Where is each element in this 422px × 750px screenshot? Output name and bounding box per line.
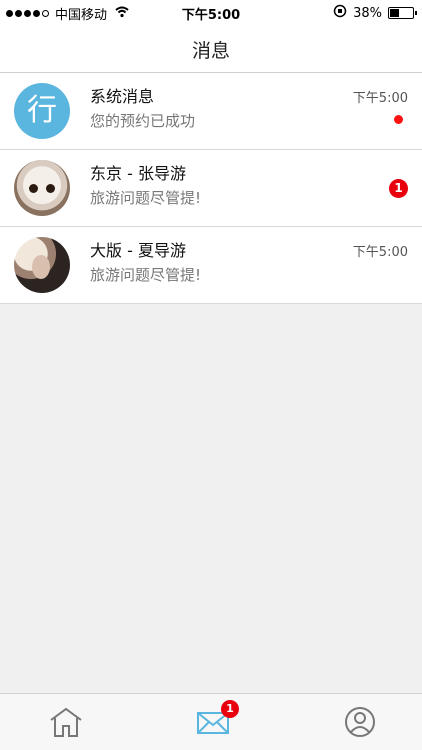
conversation-list: 行 系统消息 您的预约已成功 下午5:00 东京 - 张导游 旅游问题尽管提! … bbox=[0, 73, 422, 304]
status-bar: 中国移动 下午5:00 38% bbox=[0, 0, 422, 24]
conversation-time: 下午5:00 bbox=[352, 245, 408, 260]
conversation-time: 下午5:00 bbox=[352, 91, 408, 106]
guide-avatar bbox=[14, 160, 70, 216]
conversation-osaka-guide[interactable]: 大版 - 夏导游 旅游问题尽管提! 下午5:00 bbox=[0, 227, 422, 304]
tab-home[interactable] bbox=[48, 706, 84, 738]
home-icon bbox=[50, 707, 82, 737]
user-icon bbox=[345, 707, 375, 737]
system-avatar: 行 bbox=[14, 83, 70, 139]
conversation-name: 东京 - 张导游 bbox=[90, 164, 186, 183]
conversation-name: 大版 - 夏导游 bbox=[90, 241, 186, 260]
unread-badge: 1 bbox=[389, 179, 408, 198]
tab-bar: 1 bbox=[0, 693, 422, 750]
guide-avatar bbox=[14, 237, 70, 293]
conversation-preview: 旅游问题尽管提! bbox=[90, 189, 202, 207]
tab-messages[interactable]: 1 bbox=[195, 700, 239, 738]
conversation-tokyo-guide[interactable]: 东京 - 张导游 旅游问题尽管提! 1 bbox=[0, 150, 422, 227]
conversation-preview: 您的预约已成功 bbox=[90, 112, 196, 130]
status-right: 38% bbox=[333, 4, 417, 22]
tab-profile[interactable] bbox=[342, 706, 378, 738]
unread-dot bbox=[394, 115, 403, 124]
orientation-lock-icon bbox=[333, 4, 347, 22]
nav-bar: 消息 bbox=[0, 24, 422, 73]
conversation-name: 系统消息 bbox=[90, 87, 155, 106]
tab-unread-badge: 1 bbox=[221, 700, 239, 718]
conversation-preview: 旅游问题尽管提! bbox=[90, 266, 202, 284]
battery-percent: 38% bbox=[353, 5, 382, 21]
battery-icon bbox=[388, 7, 417, 19]
conversation-system[interactable]: 行 系统消息 您的预约已成功 下午5:00 bbox=[0, 73, 422, 150]
page-title: 消息 bbox=[191, 40, 230, 62]
